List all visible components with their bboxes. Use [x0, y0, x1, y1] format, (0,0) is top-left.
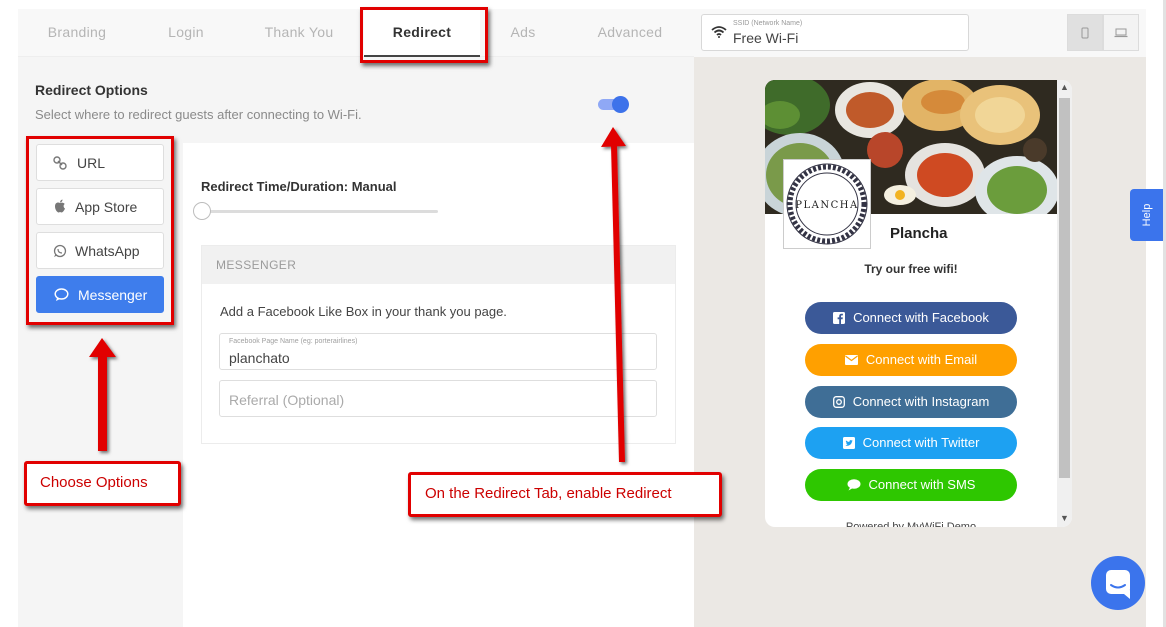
- callout-choose-options-text: Choose Options: [40, 474, 148, 491]
- callout-enable-redirect-text: On the Redirect Tab, enable Redirect: [425, 485, 672, 502]
- callout-choose-options: Choose Options: [24, 461, 181, 506]
- callout-enable-redirect: On the Redirect Tab, enable Redirect: [408, 472, 722, 517]
- arrow-to-toggle: [601, 127, 626, 462]
- page: Branding Login Thank You Redirect Ads Ad…: [0, 0, 1166, 627]
- annotation-arrows: [89, 127, 626, 462]
- arrow-to-options: [89, 338, 116, 451]
